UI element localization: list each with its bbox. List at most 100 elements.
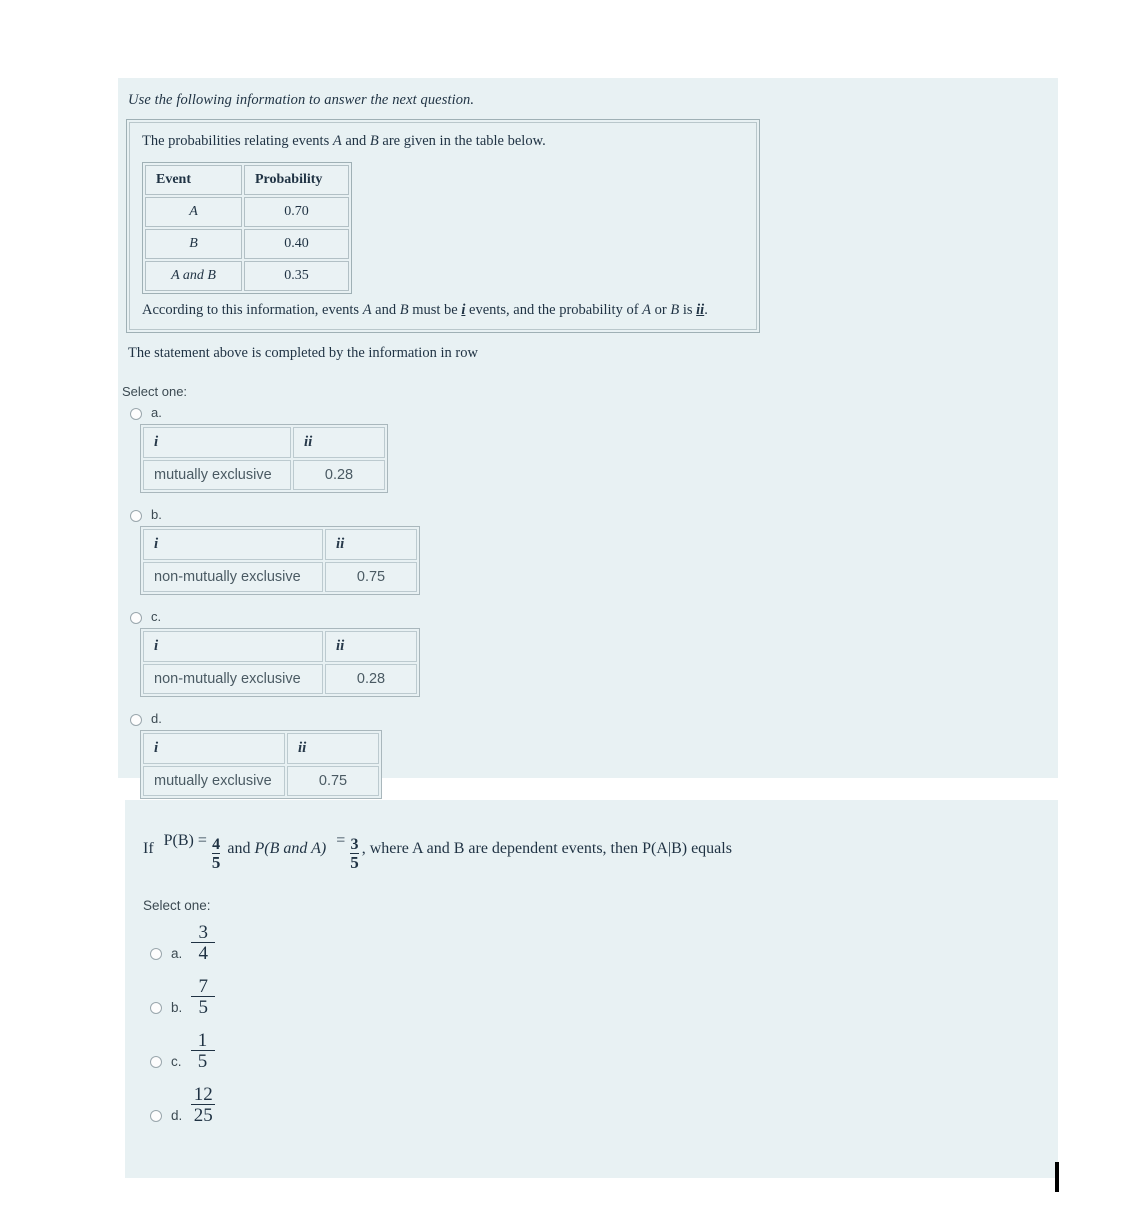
option-c-table: i ii non-mutually exclusive 0.28 [140,628,420,697]
fraction-denominator: 25 [191,1103,216,1125]
radio-button-b[interactable] [130,510,142,522]
probability-table: Event Probability A 0.70 B 0.40 A and B … [142,162,352,294]
stem-tail: , where A and B are dependent events, th… [361,840,732,857]
question-1-prompt: The statement above is completed by the … [128,345,478,361]
conclusion-sentence: According to this information, events A … [142,302,746,319]
radio-button-c[interactable] [130,612,142,624]
stem-pb-label: P(B) = [163,832,207,849]
header-i: i [143,733,285,764]
cell-i-value: mutually exclusive [143,460,291,490]
fraction-denominator: 5 [191,995,216,1017]
option-a[interactable]: a. [118,405,1058,420]
option-d-q2[interactable]: d. 12 25 [125,1085,1058,1125]
option-a-fraction: 3 4 [191,921,216,963]
header-i: i [143,427,291,458]
fraction-numerator: 4 [212,836,221,853]
conclusion-part-4: events, and the probability of [465,302,643,318]
question-1-lead: Use the following information to answer … [128,92,475,108]
cell-ii-value: 0.28 [293,460,385,490]
option-c-letter: c. [151,609,162,624]
radio-button-c-q2[interactable] [150,1055,162,1068]
table-header-row: i ii [143,529,417,560]
conclusion-part-1: According to this information, events [142,302,363,318]
cell-event: A [145,197,242,227]
fraction-denominator: 4 [191,941,216,963]
header-ii: ii [325,529,417,560]
table-row: A and B 0.35 [145,261,349,291]
question-2-select-label: Select one: [143,897,211,913]
intro-mid: and [341,133,370,149]
option-c[interactable]: c. [118,609,1058,624]
option-d-letter-q2: d. [171,1107,183,1123]
option-c-letter-q2: c. [171,1053,182,1069]
radio-button-d[interactable] [130,714,142,726]
option-a-letter: a. [151,405,162,420]
stem-pba-label: P(B and A) [254,840,327,857]
conclusion-event-b-2: B [670,302,680,318]
stem-and: and [227,840,251,857]
cell-probability: 0.40 [244,229,349,259]
table-row: mutually exclusive 0.75 [143,766,379,796]
fraction-numerator: 12 [193,1083,213,1105]
conclusion-part-3: must be [408,302,462,318]
cell-event: A and B [145,261,242,291]
cell-probability: 0.70 [244,197,349,227]
question-2-panel: If P(B) = 4 5 and P(B and A) = 3 5 , whe… [125,800,1058,1178]
radio-button-a-q2[interactable] [150,947,162,960]
cell-probability: 0.35 [244,261,349,291]
header-i: i [143,529,323,560]
text-cursor [1055,1162,1059,1192]
header-probability: Probability [244,165,349,195]
option-b-letter: b. [151,507,162,522]
option-b-letter-q2: b. [171,999,183,1015]
intro-event-b: B [369,133,379,149]
option-d-letter: d. [151,711,162,726]
cell-ii-value: 0.28 [325,664,417,694]
intro-prefix: The probabilities relating events [142,133,333,149]
table-row: B 0.40 [145,229,349,259]
intro-suffix: are given in the table below. [378,133,546,149]
option-b[interactable]: b. [118,507,1058,522]
cell-i-value: non-mutually exclusive [143,664,323,694]
question-1-select-label: Select one: [122,384,188,399]
option-d[interactable]: d. [118,711,1058,726]
conclusion-part-5: or [651,302,671,318]
table-row: non-mutually exclusive 0.28 [143,664,417,694]
cell-ii-value: 0.75 [287,766,379,796]
table-header-row: i ii [143,733,379,764]
header-ii: ii [325,631,417,662]
fraction-pba: 3 5 [350,836,359,873]
table-row: A 0.70 [145,197,349,227]
question-2-stem: If P(B) = 4 5 and P(B and A) = 3 5 , whe… [143,832,1058,876]
stem-equals: = [336,832,346,849]
stem-if: If [143,840,154,857]
option-c-q2[interactable]: c. 1 5 [125,1031,1058,1071]
option-d-table: i ii mutually exclusive 0.75 [140,730,382,799]
fraction-denominator: 5 [211,853,221,873]
option-b-q2[interactable]: b. 7 5 [125,977,1058,1017]
information-intro: The probabilities relating events A and … [142,133,746,150]
option-a-q2[interactable]: a. 3 4 [125,923,1058,963]
fraction-denominator: 5 [190,1049,215,1071]
fraction-numerator: 1 [197,1029,208,1051]
blank-ii: ii [696,302,705,318]
fraction-denominator: 5 [350,853,359,873]
table-row: non-mutually exclusive 0.75 [143,562,417,592]
fraction-numerator: 3 [198,921,209,943]
cell-i-value: mutually exclusive [143,766,285,796]
quiz-page: Use the following information to answer … [0,0,1138,1212]
table-row: mutually exclusive 0.28 [143,460,385,490]
conclusion-event-a-2: A [642,302,652,318]
radio-button-a[interactable] [130,408,142,420]
header-ii: ii [287,733,379,764]
fraction-pb: 4 5 [211,836,221,873]
table-header-row: i ii [143,427,385,458]
cell-event: B [145,229,242,259]
radio-button-d-q2[interactable] [150,1109,162,1122]
table-header-row: Event Probability [145,165,349,195]
table-header-row: i ii [143,631,417,662]
radio-button-b-q2[interactable] [150,1001,162,1014]
header-event: Event [145,165,242,195]
intro-event-a: A [332,133,342,149]
option-b-table: i ii non-mutually exclusive 0.75 [140,526,420,595]
